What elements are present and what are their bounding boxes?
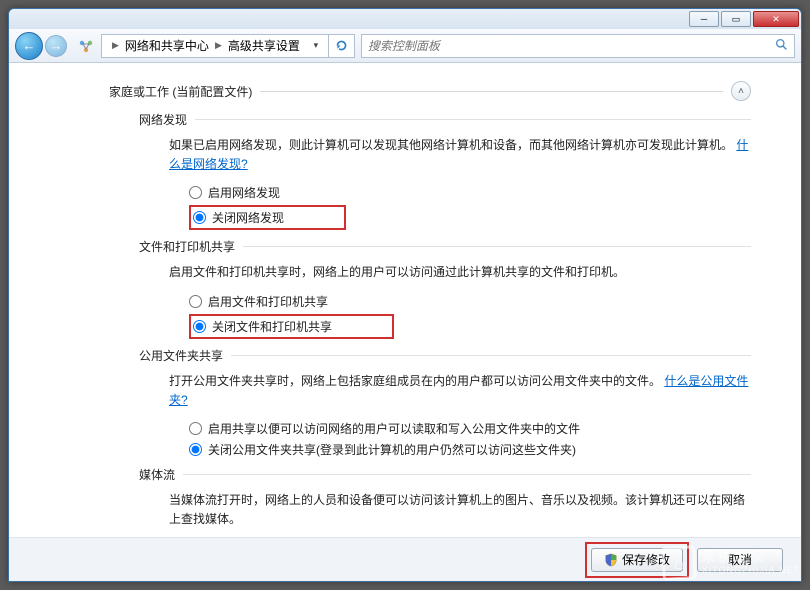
titlebar: ─ ▭ ✕ [9,9,801,29]
refresh-button[interactable] [329,34,355,58]
radio-network-discovery-on[interactable] [189,186,202,199]
breadcrumb-item[interactable]: 高级共享设置 [228,37,300,54]
section-description: 启用文件和打印机共享时，网络上的用户可以访问通过此计算机共享的文件和打印机。 [169,263,751,282]
section-title: 媒体流 [139,466,175,483]
highlight-box: 关闭网络发现 [189,205,346,230]
collapse-button[interactable]: ˄ [731,81,751,101]
radio-label: 关闭文件和打印机共享 [212,318,332,335]
radio-label: 启用文件和打印机共享 [208,293,328,310]
radio-label: 关闭网络发现 [212,209,284,226]
highlight-box: 保存修改 [585,542,689,578]
section-description: 打开公用文件夹共享时，网络上包括家庭组成员在内的用户都可以访问公用文件夹中的文件… [169,372,751,410]
section-description: 当媒体流打开时，网络上的人员和设备便可以访问该计算机上的图片、音乐以及视频。该计… [169,491,751,529]
search-input[interactable] [368,39,775,53]
radio-label: 启用网络发现 [208,184,280,201]
maximize-button[interactable]: ▭ [721,11,751,27]
chevron-up-icon: ˄ [738,86,744,97]
radio-file-printer-on[interactable] [189,295,202,308]
section-title: 文件和打印机共享 [139,238,235,255]
window: ─ ▭ ✕ ← → ▶ 网络和共享中心 ▶ 高级共享设置 ▾ 家庭或工作 (当前… [8,8,802,582]
button-label: 保存修改 [622,551,670,568]
search-icon[interactable] [775,38,788,54]
chevron-right-icon: ▶ [215,40,222,51]
divider [260,91,723,92]
divider [195,119,751,120]
radio-public-folder-off[interactable] [189,443,202,456]
footer: 保存修改 取消 [9,537,801,581]
divider [183,474,751,475]
radio-public-folder-on[interactable] [189,422,202,435]
highlight-box: 关闭文件和打印机共享 [189,314,394,339]
section-file-printer-sharing: 文件和打印机共享 启用文件和打印机共享时，网络上的用户可以访问通过此计算机共享的… [139,238,751,338]
breadcrumb-item[interactable]: 网络和共享中心 [125,37,209,54]
profile-title: 家庭或工作 (当前配置文件) [109,83,252,100]
radio-label: 关闭公用文件夹共享(登录到此计算机的用户仍然可以访问这些文件夹) [208,441,576,458]
breadcrumb[interactable]: ▶ 网络和共享中心 ▶ 高级共享设置 ▾ [101,34,329,58]
section-description: 如果已启用网络发现，则此计算机可以发现其他网络计算机和设备，而其他网络计算机亦可… [169,136,751,174]
section-public-folder-sharing: 公用文件夹共享 打开公用文件夹共享时，网络上包括家庭组成员在内的用户都可以访问公… [139,347,751,458]
divider [243,246,751,247]
radio-label: 启用共享以便可以访问网络的用户可以读取和写入公用文件夹中的文件 [208,420,580,437]
network-icon [77,37,95,55]
section-network-discovery: 网络发现 如果已启用网络发现，则此计算机可以发现其他网络计算机和设备，而其他网络… [139,111,751,230]
back-button[interactable]: ← [15,32,43,60]
search-box[interactable] [361,34,795,58]
save-button[interactable]: 保存修改 [591,548,683,572]
section-media-streaming: 媒体流 当媒体流打开时，网络上的人员和设备便可以访问该计算机上的图片、音乐以及视… [139,466,751,529]
breadcrumb-dropdown-icon[interactable]: ▾ [308,40,324,51]
cancel-button[interactable]: 取消 [697,548,783,572]
profile-header: 家庭或工作 (当前配置文件) ˄ [109,81,751,101]
content-area: 家庭或工作 (当前配置文件) ˄ 网络发现 如果已启用网络发现，则此计算机可以发… [9,63,801,537]
section-title: 公用文件夹共享 [139,347,223,364]
chevron-right-icon: ▶ [112,40,119,51]
radio-network-discovery-off[interactable] [193,211,206,224]
divider [231,355,751,356]
forward-button[interactable]: → [45,35,67,57]
shield-icon [604,553,618,567]
section-title: 网络发现 [139,111,187,128]
close-button[interactable]: ✕ [753,11,799,27]
radio-file-printer-off[interactable] [193,320,206,333]
minimize-button[interactable]: ─ [689,11,719,27]
navbar: ← → ▶ 网络和共享中心 ▶ 高级共享设置 ▾ [9,29,801,63]
button-label: 取消 [728,551,752,568]
